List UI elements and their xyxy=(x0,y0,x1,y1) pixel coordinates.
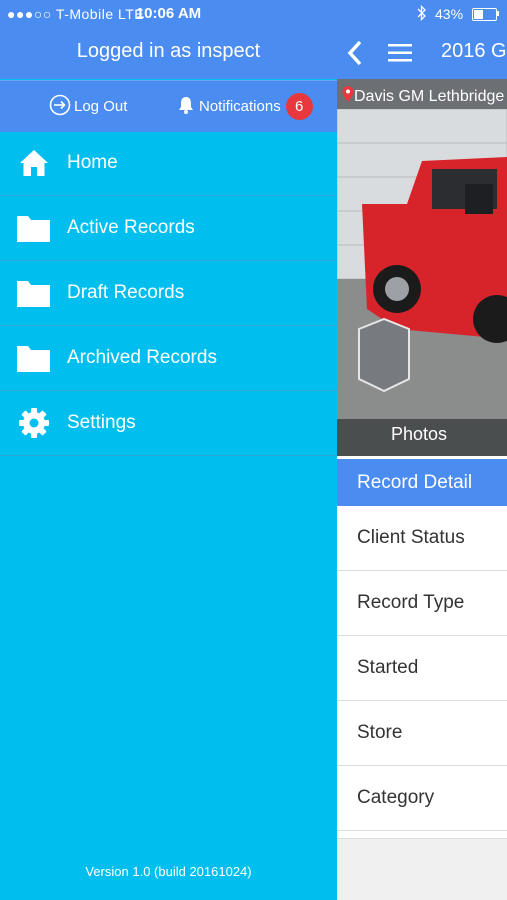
logout-icon xyxy=(49,94,74,120)
folder-icon xyxy=(16,276,51,311)
detail-row-client-status[interactable]: Client Status xyxy=(337,506,507,571)
logout-label: Log Out xyxy=(74,98,128,115)
store-location: Davis GM Lethbridge xyxy=(342,86,504,107)
footer-strip xyxy=(337,838,507,900)
nav-label: Archived Records xyxy=(67,347,217,368)
nav-item-archived-records[interactable]: Archived Records xyxy=(0,326,337,391)
main-content: 43% 2016 G Davis GM Lethbridge Photos Re… xyxy=(337,0,507,900)
nav-label: Settings xyxy=(67,412,136,433)
chevron-left-icon xyxy=(345,40,367,72)
detail-row-label: Store xyxy=(357,722,403,743)
detail-row-label: Record Type xyxy=(357,592,465,613)
photos-label[interactable]: Photos xyxy=(391,424,447,445)
status-bar-right: 43% xyxy=(337,0,507,28)
clock: 10:06 AM xyxy=(135,5,202,22)
logout-button[interactable]: Log Out xyxy=(49,81,127,132)
detail-row-store[interactable]: Store xyxy=(337,701,507,766)
vehicle-photo[interactable] xyxy=(337,79,507,456)
record-detail-label: Record Detail xyxy=(357,472,473,493)
record-detail-header: Record Detail xyxy=(337,459,507,506)
nav-label: Draft Records xyxy=(67,282,185,303)
detail-row-label: Client Status xyxy=(357,527,465,548)
map-pin-icon xyxy=(342,86,354,107)
side-drawer: ●●●○○ T-Mobile LTE 10:06 AM Logged in as… xyxy=(0,0,337,900)
nav-item-draft-records[interactable]: Draft Records xyxy=(0,261,337,326)
battery-tip xyxy=(497,11,499,16)
detail-row-label: Started xyxy=(357,657,419,678)
status-bar: ●●●○○ T-Mobile LTE 10:06 AM xyxy=(0,0,337,28)
version-label: Version 1.0 (build 20161024) xyxy=(85,864,252,879)
drawer-actions-bar: Log Out Notifications 6 xyxy=(0,80,337,132)
battery-icon xyxy=(472,8,497,21)
back-button[interactable] xyxy=(345,38,367,68)
folder-icon xyxy=(16,341,51,376)
battery-percent: 43% xyxy=(435,6,464,22)
nav-item-home[interactable]: Home xyxy=(0,131,337,196)
nav-label: Active Records xyxy=(67,217,195,238)
detail-row-record-type[interactable]: Record Type xyxy=(337,571,507,636)
detail-row-started[interactable]: Started xyxy=(337,636,507,701)
notifications-button[interactable]: Notifications 6 xyxy=(176,81,313,132)
hamburger-icon xyxy=(387,44,413,70)
vehicle-photo-image xyxy=(337,79,507,456)
page-title: 2016 G xyxy=(441,40,507,62)
detail-row-label: Category xyxy=(357,787,435,808)
menu-button[interactable] xyxy=(387,40,413,66)
detail-row-category[interactable]: Category xyxy=(337,766,507,831)
store-location-label: Davis GM Lethbridge xyxy=(354,87,505,105)
bluetooth-icon xyxy=(417,4,427,24)
notifications-badge: 6 xyxy=(285,93,313,120)
nav-item-active-records[interactable]: Active Records xyxy=(0,196,337,261)
notifications-label: Notifications xyxy=(199,98,281,115)
nav-label: Home xyxy=(67,152,118,173)
logged-in-label: Logged in as inspect xyxy=(76,40,261,62)
bell-icon xyxy=(176,95,199,119)
folder-icon xyxy=(16,211,51,246)
home-icon xyxy=(16,146,51,181)
nav-item-settings[interactable]: Settings xyxy=(0,391,337,456)
gear-icon xyxy=(16,406,51,441)
